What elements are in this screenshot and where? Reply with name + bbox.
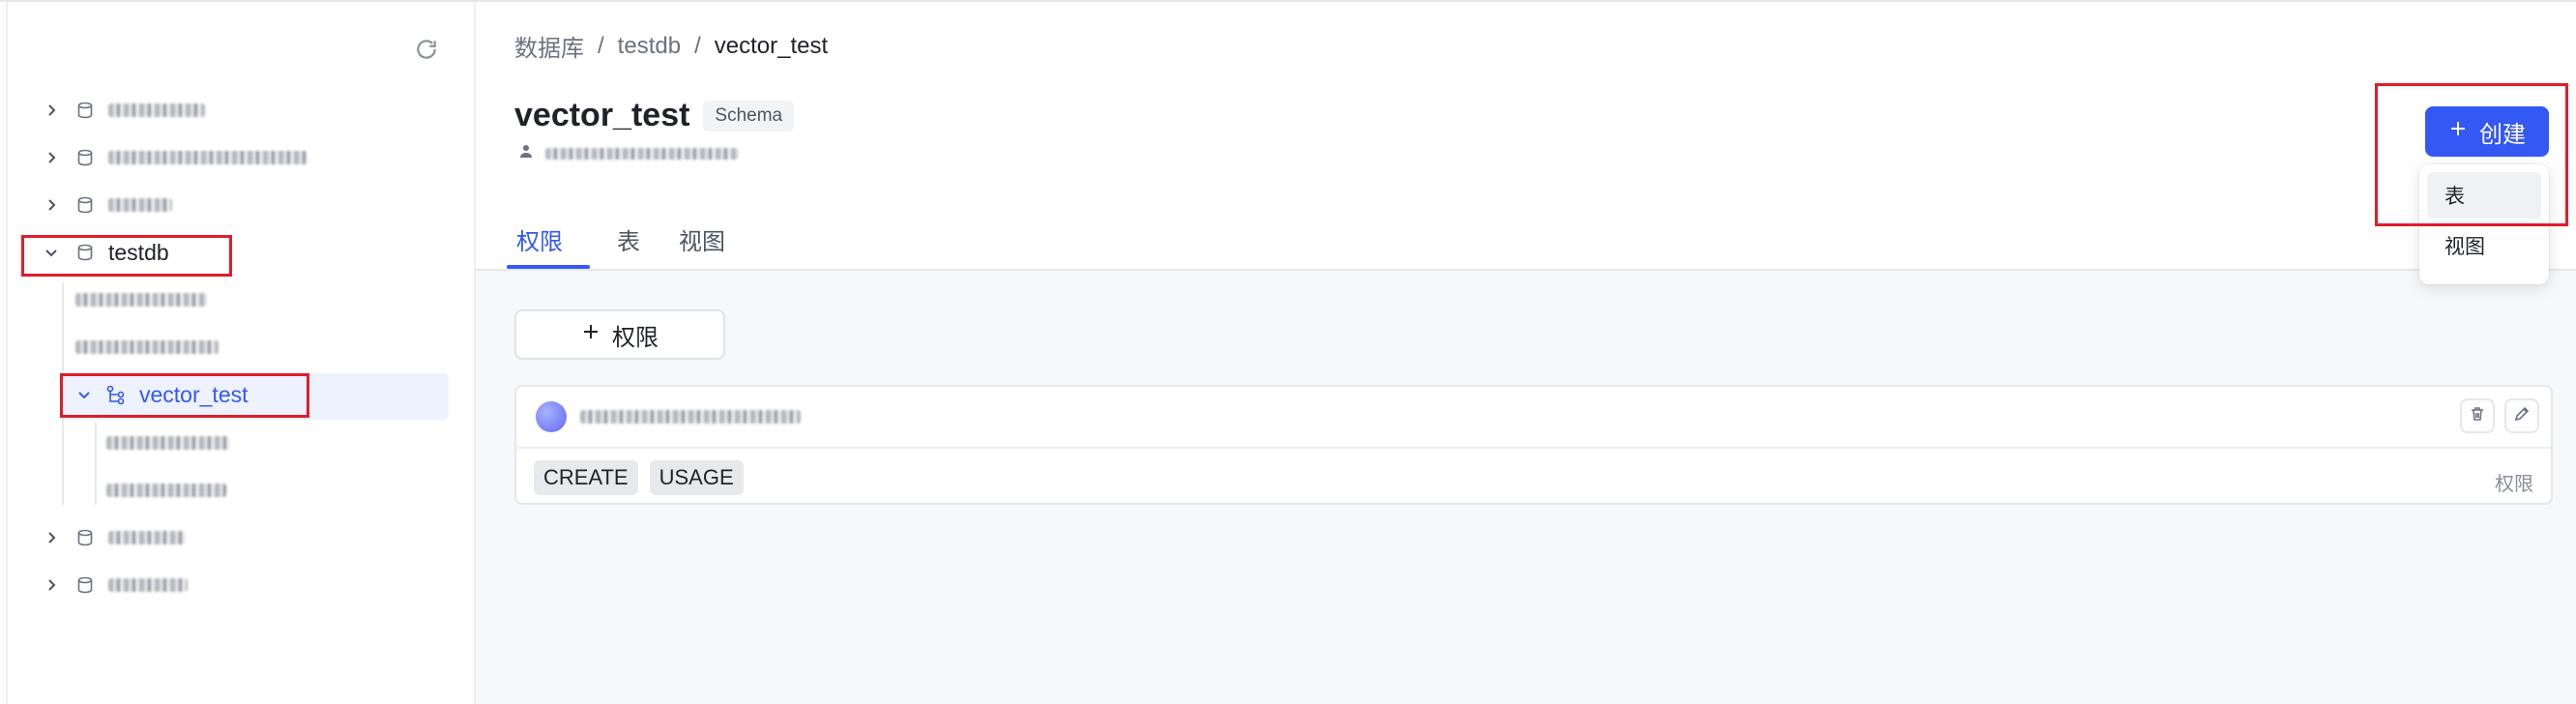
tab-bar: 权限 表 视图 bbox=[476, 205, 2576, 271]
edit-button[interactable] bbox=[2504, 398, 2539, 433]
database-icon bbox=[73, 241, 97, 264]
chevron-down-icon[interactable] bbox=[72, 382, 97, 407]
main-panel: 数据库 / testdb / vector_test vector_test S… bbox=[476, 2, 2576, 704]
redacted-name bbox=[106, 484, 226, 497]
tree-item-table[interactable] bbox=[106, 424, 230, 462]
page-title: vector_test bbox=[514, 97, 690, 133]
schema-icon bbox=[104, 383, 128, 406]
tree-item-database[interactable] bbox=[39, 138, 307, 177]
redacted-name bbox=[108, 103, 205, 117]
chevron-right-icon[interactable] bbox=[39, 572, 64, 598]
user-icon bbox=[518, 143, 534, 163]
tab-tables[interactable]: 表 bbox=[617, 222, 640, 256]
breadcrumb-db[interactable]: testdb bbox=[618, 33, 681, 60]
privilege-tag: USAGE bbox=[649, 460, 744, 495]
tree-item-database[interactable] bbox=[39, 566, 188, 604]
redacted-name bbox=[108, 578, 188, 592]
database-icon bbox=[73, 146, 97, 169]
redacted-name bbox=[108, 198, 172, 212]
redacted-name bbox=[108, 531, 186, 544]
privilege-tag: CREATE bbox=[534, 460, 638, 495]
redacted-name bbox=[75, 340, 219, 354]
tab-permissions[interactable]: 权限 bbox=[516, 222, 563, 256]
chevron-right-icon[interactable] bbox=[39, 525, 64, 550]
redacted-name bbox=[106, 436, 230, 450]
active-tab-indicator bbox=[507, 265, 590, 269]
redacted-owner bbox=[545, 147, 739, 160]
tree-item-vector-test[interactable]: vector_test bbox=[72, 375, 249, 414]
tree-item-database[interactable] bbox=[39, 91, 205, 130]
database-icon bbox=[73, 99, 97, 122]
create-button[interactable]: 创建 bbox=[2425, 106, 2549, 157]
tree-item-database[interactable] bbox=[39, 186, 172, 224]
breadcrumb: 数据库 / testdb / vector_test bbox=[514, 29, 828, 63]
tree-item-testdb[interactable]: testdb bbox=[39, 233, 169, 272]
menu-item-view[interactable]: 视图 bbox=[2427, 222, 2541, 269]
tree-item-label: testdb bbox=[108, 239, 169, 265]
delete-button[interactable] bbox=[2460, 398, 2495, 433]
menu-item-table[interactable]: 表 bbox=[2427, 172, 2541, 219]
tree-item-schema[interactable] bbox=[75, 328, 219, 367]
plus-icon bbox=[581, 321, 600, 348]
add-permission-button[interactable]: 权限 bbox=[514, 309, 725, 360]
redacted-grantee bbox=[580, 410, 801, 424]
owner-row bbox=[518, 143, 739, 163]
chevron-right-icon[interactable] bbox=[39, 192, 64, 218]
chevron-right-icon[interactable] bbox=[39, 145, 64, 170]
redacted-name bbox=[75, 293, 207, 307]
card-type-label: 权限 bbox=[2495, 474, 2533, 495]
page-header: vector_test Schema bbox=[514, 97, 795, 134]
tree-item-table[interactable] bbox=[106, 471, 226, 510]
database-icon bbox=[73, 193, 97, 217]
tab-views[interactable]: 视图 bbox=[679, 222, 725, 256]
chevron-right-icon[interactable] bbox=[39, 98, 64, 123]
sidebar-tree: testdb vector_test bbox=[0, 2, 476, 704]
breadcrumb-current: vector_test bbox=[714, 32, 829, 59]
privilege-list: CREATE USAGE bbox=[534, 460, 744, 495]
refresh-icon[interactable] bbox=[414, 37, 439, 62]
tree-item-label: vector_test bbox=[139, 381, 249, 407]
breadcrumb-root[interactable]: 数据库 bbox=[514, 29, 584, 63]
plus-icon bbox=[2448, 118, 2468, 145]
avatar bbox=[536, 401, 567, 432]
trash-icon bbox=[2469, 405, 2486, 427]
type-badge: Schema bbox=[703, 100, 795, 132]
database-icon bbox=[73, 573, 97, 597]
redacted-name bbox=[108, 151, 307, 164]
create-dropdown-menu: 表 视图 bbox=[2419, 164, 2549, 284]
chevron-down-icon[interactable] bbox=[39, 240, 64, 265]
database-icon bbox=[73, 526, 97, 549]
edit-icon bbox=[2513, 405, 2531, 427]
permissions-panel: 权限 CREATE USAGE 权限 bbox=[476, 271, 2576, 704]
tree-item-schema[interactable] bbox=[75, 280, 207, 319]
tree-item-database[interactable] bbox=[39, 518, 186, 557]
permission-card: CREATE USAGE 权限 bbox=[514, 385, 2553, 505]
